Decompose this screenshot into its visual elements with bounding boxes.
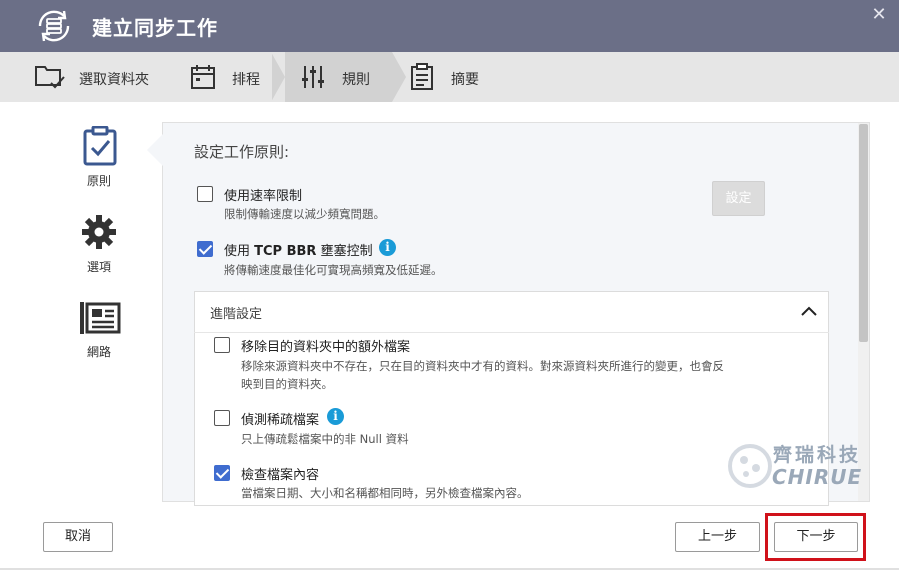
panel-pointer — [147, 134, 163, 166]
sidebar-item-label: 網路 — [86, 345, 111, 359]
next-button-highlight — [765, 513, 866, 561]
step-label: 摘要 — [451, 72, 479, 88]
rate-limit-desc: 限制傳輸速度以減少頻寬問題。 — [224, 207, 385, 221]
sidebar-item-label: 原則 — [86, 174, 111, 188]
sidebar-item-label: 選項 — [86, 260, 111, 274]
folder-check-icon — [35, 66, 65, 89]
back-button[interactable]: 上一步 — [675, 522, 760, 552]
info-icon[interactable]: i — [379, 239, 396, 256]
info-icon[interactable]: i — [327, 408, 344, 425]
window-title: 建立同步工作 — [92, 16, 218, 40]
settings-button[interactable]: 設定 — [712, 181, 765, 216]
tcp-bbr-desc: 將傳輸速度最佳化可實現高頻寬及低延遲。 — [224, 263, 443, 277]
check-file-contents-desc: 當檔案日期、大小和名稱都相同時，另外檢查檔案內容。 — [241, 486, 529, 500]
step-summary: 摘要 — [410, 52, 490, 102]
detect-sparse-files-desc: 只上傳疏鬆檔案中的非 Null 資料 — [241, 432, 409, 446]
section-title: 設定工作原則: — [194, 143, 290, 161]
step-rules: 規則 — [302, 52, 382, 102]
sliders-icon — [302, 66, 324, 88]
rate-limit-label: 使用速率限制 — [224, 189, 303, 204]
step-label: 排程 — [232, 72, 260, 88]
tcp-bbr-label: 使用 TCP BBR 壅塞控制 — [224, 240, 373, 259]
rate-limit-checkbox[interactable] — [197, 186, 213, 202]
calendar-icon — [191, 65, 215, 89]
title-bar: 建立同步工作 ✕ — [0, 0, 899, 52]
remove-extra-files-desc-line2: 映到目的資料夾。 — [241, 377, 333, 391]
cancel-button[interactable]: 取消 — [43, 522, 113, 552]
scrollbar-thumb[interactable] — [859, 124, 868, 342]
remove-extra-files-checkbox[interactable] — [214, 337, 230, 353]
step-label: 選取資料夾 — [79, 72, 149, 88]
watermark-text-cn: 齊瑞科技 — [773, 444, 862, 466]
step-schedule: 排程 — [190, 52, 270, 102]
remove-extra-files-desc-line1: 移除來源資料夾中不存在，只在目的資料夾中才有的資料。對來源資料夾所進行的變更，也… — [241, 359, 724, 373]
watermark-text-en: CHIRUE — [772, 465, 863, 489]
step-select-folder: 選取資料夾 — [34, 52, 164, 102]
advanced-settings-title: 進階設定 — [210, 307, 263, 322]
detect-sparse-files-checkbox[interactable] — [214, 410, 230, 426]
sync-app-icon — [38, 10, 70, 42]
sidebar-item-policy[interactable]: 原則 — [64, 126, 134, 188]
sidebar-item-options[interactable]: 選項 — [64, 214, 134, 274]
chevron-up-icon[interactable] — [800, 302, 818, 320]
wizard-steps: 選取資料夾 排程 規則 摘要 — [0, 52, 899, 102]
tcp-bbr-label-suffix: 壅塞控制 — [316, 244, 373, 259]
close-icon[interactable]: ✕ — [868, 4, 890, 26]
check-file-contents-checkbox[interactable] — [214, 465, 230, 481]
network-icon — [80, 302, 121, 334]
tcp-bbr-checkbox[interactable] — [197, 241, 213, 257]
tcp-bbr-label-bold: TCP BBR — [254, 244, 317, 259]
clipboard-check-icon — [83, 126, 117, 166]
clipboard-list-icon — [411, 63, 433, 90]
remove-extra-files-label: 移除目的資料夾中的額外檔案 — [241, 340, 411, 355]
check-file-contents-label: 檢查檔案內容 — [241, 468, 320, 483]
detect-sparse-files-label: 偵測稀疏檔案 — [241, 413, 320, 428]
gear-icon — [82, 215, 116, 249]
tcp-bbr-label-prefix: 使用 — [224, 244, 255, 259]
sidebar-item-network[interactable]: 網路 — [64, 300, 134, 360]
advanced-settings-header[interactable] — [194, 291, 829, 333]
step-label: 規則 — [342, 72, 370, 88]
